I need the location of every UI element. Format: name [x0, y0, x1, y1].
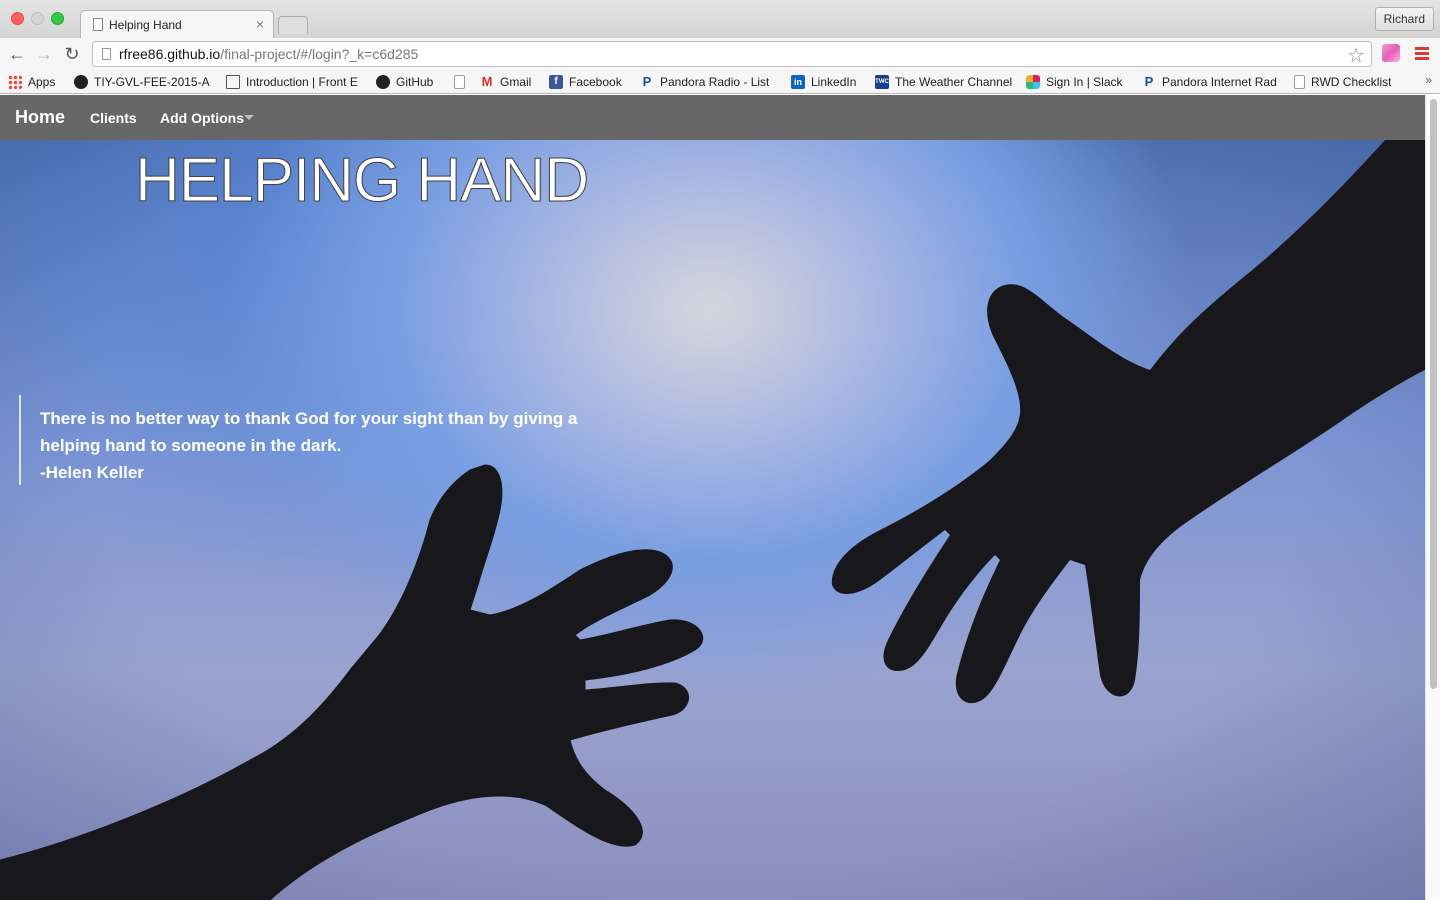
profile-button[interactable]: Richard [1374, 7, 1434, 31]
bookmark-rwd-checklist[interactable]: RWD Checklist [1294, 74, 1400, 90]
book-icon [226, 75, 240, 89]
bookmark-slack[interactable]: Sign In | Slack [1026, 74, 1130, 90]
bookmark-introduction[interactable]: Introduction | Front E [226, 74, 362, 90]
hero-title: HELPING HAND [134, 146, 589, 215]
bookmark-facebook[interactable]: f Facebook [549, 74, 629, 90]
browser-titlebar: Helping Hand × Richard [0, 0, 1440, 38]
page-scrollbar[interactable] [1425, 95, 1440, 900]
left-hand-silhouette [0, 464, 704, 900]
hero-banner: HELPING HAND There is no better way to t… [0, 140, 1425, 900]
browser-tab[interactable]: Helping Hand × [80, 10, 274, 38]
apps-grid-icon [8, 75, 22, 89]
gmail-icon: M [481, 74, 493, 89]
bookmark-apps[interactable]: Apps [8, 74, 68, 90]
bookmark-blank[interactable] [454, 74, 470, 90]
facebook-icon: f [549, 75, 563, 89]
new-tab-button[interactable] [278, 16, 308, 34]
slack-icon [1026, 75, 1040, 89]
url-path: /final-project/#/login?_k=c6d285 [220, 46, 419, 62]
page-icon [1294, 75, 1305, 89]
nav-add-options-dropdown[interactable]: Add Options [160, 110, 244, 126]
minimize-window-button[interactable] [31, 12, 44, 25]
address-url[interactable]: rfree86.github.io/final-project/#/login?… [119, 46, 418, 62]
pandora-icon: P [1144, 74, 1154, 89]
bookmark-star-icon[interactable]: ☆ [1347, 43, 1365, 68]
github-icon [376, 75, 390, 89]
tab-title: Helping Hand [109, 18, 182, 32]
close-tab-icon[interactable]: × [256, 16, 264, 32]
linkedin-icon: in [791, 75, 805, 89]
page-icon [102, 48, 111, 60]
reload-icon[interactable]: ↻ [60, 42, 84, 66]
nav-home-link[interactable]: Home [15, 107, 65, 128]
reaching-hands-image [0, 140, 1425, 900]
hero-quote: There is no better way to thank God for … [19, 395, 579, 485]
url-host: rfree86.github.io [119, 46, 221, 62]
close-window-button[interactable] [11, 12, 24, 25]
maximize-window-button[interactable] [51, 12, 64, 25]
pandora-icon: P [642, 74, 652, 89]
dropdown-caret-icon[interactable] [244, 115, 254, 120]
scrollbar-thumb[interactable] [1430, 99, 1437, 689]
github-icon [74, 75, 88, 89]
bookmark-pandora-internet[interactable]: P Pandora Internet Rad [1142, 74, 1280, 90]
browser-toolbar: ← → ↻ rfree86.github.io/final-project/#/… [0, 38, 1440, 70]
address-bar[interactable]: rfree86.github.io/final-project/#/login?… [92, 41, 1372, 67]
page-icon [454, 75, 465, 89]
bookmarks-bar: Apps TIY-GVL-FEE-2015-A Introduction | F… [0, 70, 1440, 94]
bookmark-tiy[interactable]: TIY-GVL-FEE-2015-A [74, 74, 210, 90]
site-navbar: Home Clients Add Options [0, 95, 1425, 140]
quote-text: There is no better way to thank God for … [40, 409, 578, 455]
page-icon [93, 18, 103, 31]
back-arrow-icon[interactable]: ← [5, 42, 29, 66]
bookmark-pandora-radio[interactable]: P Pandora Radio - List [640, 74, 775, 90]
bookmark-github[interactable]: GitHub [376, 74, 440, 90]
extension-icon[interactable] [1382, 44, 1400, 62]
bookmark-gmail[interactable]: M Gmail [480, 74, 536, 90]
right-hand-silhouette [831, 140, 1425, 704]
bookmark-linkedin[interactable]: in LinkedIn [791, 74, 863, 90]
forward-arrow-icon[interactable]: → [32, 42, 56, 66]
twc-icon: TWC [875, 75, 889, 89]
bookmark-weather-channel[interactable]: TWC The Weather Channel [875, 74, 1017, 90]
quote-author: -Helen Keller [40, 463, 144, 482]
bookmarks-overflow-icon[interactable]: » [1425, 73, 1432, 87]
web-page: Home Clients Add Options HELPING HAND Th… [0, 95, 1425, 900]
nav-clients-link[interactable]: Clients [90, 110, 137, 126]
chrome-menu-icon[interactable] [1415, 47, 1429, 62]
